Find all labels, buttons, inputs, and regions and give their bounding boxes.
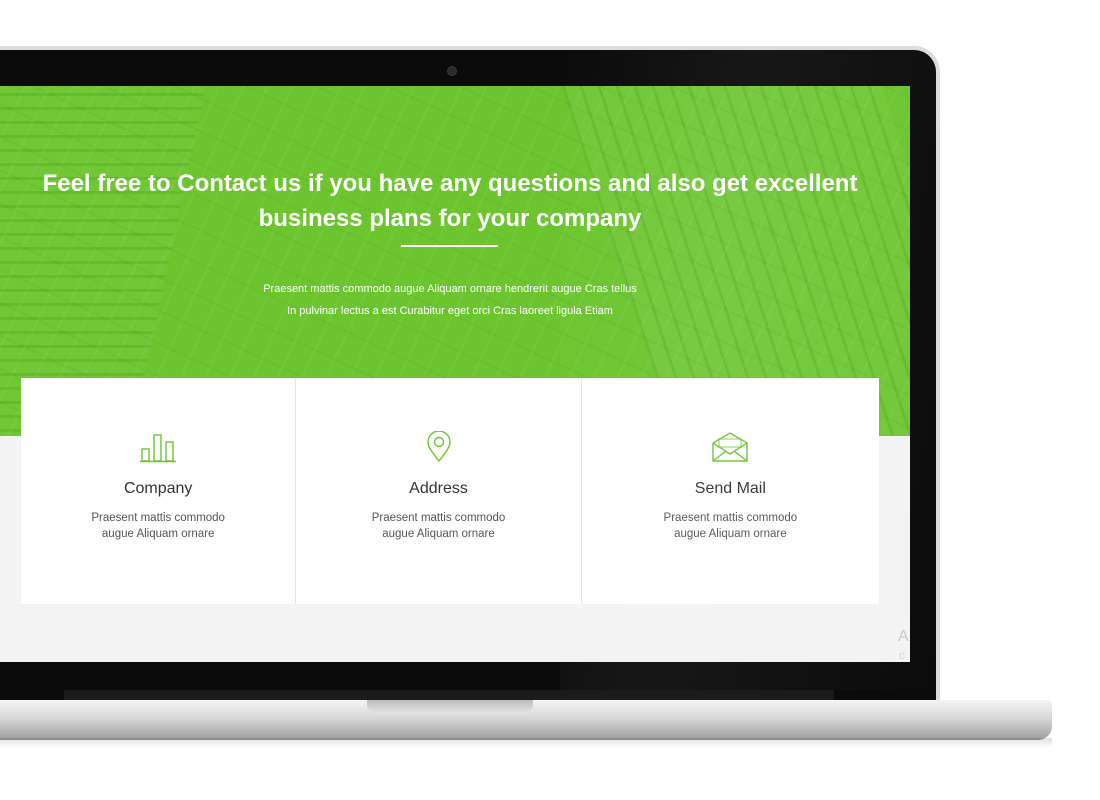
card-text-line1: Praesent mattis commodo xyxy=(371,512,506,524)
card-text-line2: augue Aliquam ornare xyxy=(382,528,495,540)
camera-icon xyxy=(447,66,457,76)
hero-title: Feel free to Contact us if you have any … xyxy=(40,166,860,236)
card-text-line2: augue Aliquam ornare xyxy=(674,528,787,540)
card-title: Company xyxy=(123,480,193,497)
hero-title-line1: Feel free to Contact us if you have any … xyxy=(42,170,858,197)
card-company[interactable]: Company Praesent mattis commodo augue Al… xyxy=(21,378,297,604)
hero-subtitle-line2: In pulvinar lectus a est Curabitur eget … xyxy=(287,305,613,317)
laptop-mockup: Feel free to Contact us if you have any … xyxy=(0,0,1100,800)
card-text-line1: Praesent mattis commodo xyxy=(91,512,225,524)
contact-cards: Company Praesent mattis commodo augue Al… xyxy=(21,378,879,604)
card-title: Address xyxy=(409,480,468,497)
hero-title-line2: business plans for your company xyxy=(258,205,642,232)
card-text: Praesent mattis commodo augue Aliquam or… xyxy=(78,510,238,542)
card-text-line2: augue Aliquam ornare xyxy=(101,528,215,540)
card-address[interactable]: Address Praesent mattis commodo augue Al… xyxy=(296,378,582,604)
card-text: Praesent mattis commodo augue Aliquam or… xyxy=(359,510,519,542)
card-title: Send Mail xyxy=(694,480,766,497)
laptop-hinge xyxy=(64,690,834,700)
card-text-line1: Praesent mattis commodo xyxy=(663,512,798,524)
envelope-icon xyxy=(710,430,750,464)
bar-chart-icon xyxy=(138,430,178,464)
card-text: Praesent mattis commodo augue Aliquam or… xyxy=(650,510,810,542)
card-send-mail[interactable]: Send Mail Praesent mattis commodo augue … xyxy=(582,378,879,604)
website-screen: Feel free to Contact us if you have any … xyxy=(0,86,910,662)
map-pin-icon xyxy=(419,430,459,464)
hero-divider xyxy=(401,245,498,247)
offscreen-text-fragment: c xyxy=(899,648,905,662)
offscreen-text-fragment: A xyxy=(898,628,909,645)
hero-subtitle: Praesent mattis commodo augue Aliquam or… xyxy=(150,278,750,322)
hero-subtitle-line1: Praesent mattis commodo augue Aliquam or… xyxy=(263,283,637,295)
laptop-shadow xyxy=(0,738,1052,748)
laptop-opening-notch xyxy=(367,700,533,714)
